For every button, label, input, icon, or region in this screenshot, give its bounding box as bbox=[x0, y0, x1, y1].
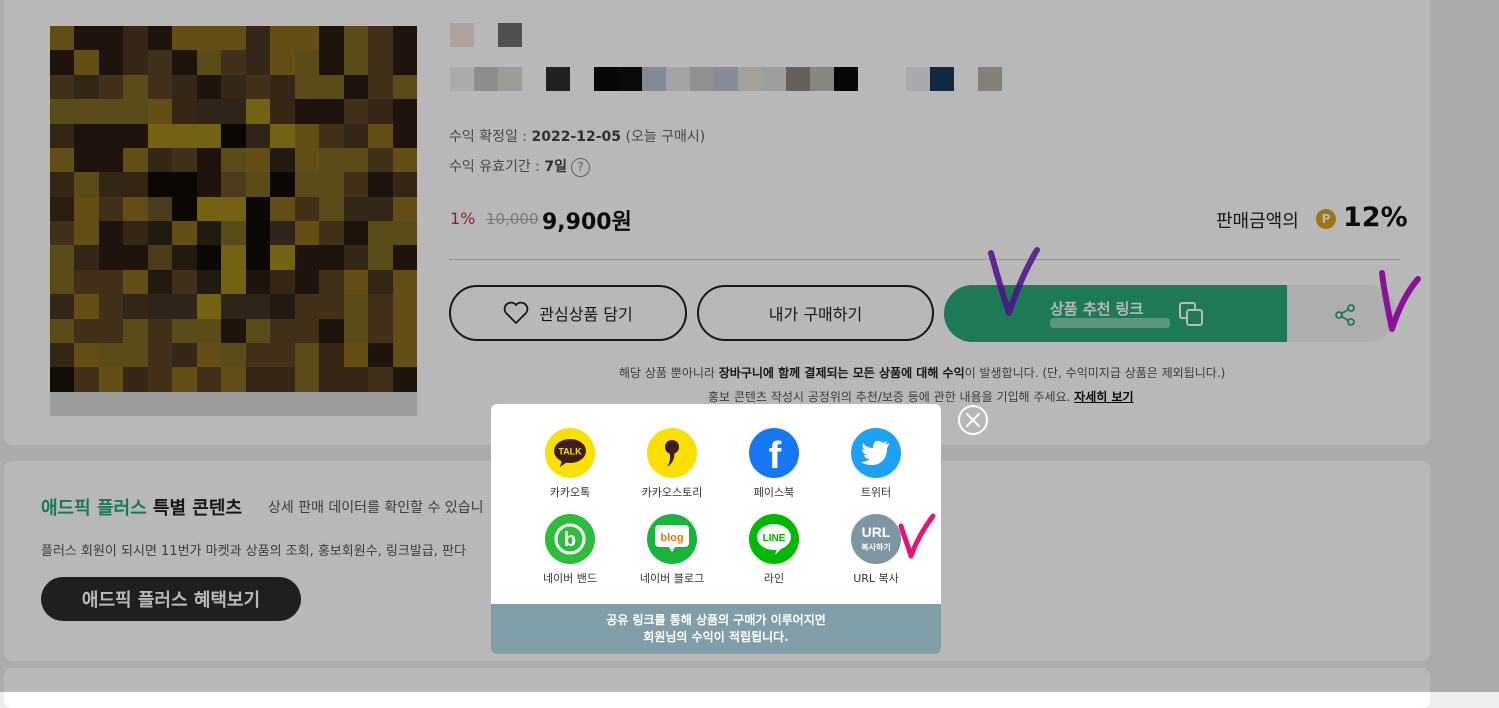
share-item-kakaostory[interactable]: 카카오스토리 bbox=[621, 428, 723, 500]
share-item-label: 트위터 bbox=[860, 486, 892, 499]
svg-text:URL: URL bbox=[862, 524, 891, 540]
naver-blog-icon: blog bbox=[647, 514, 697, 564]
share-item-line[interactable]: LINE 라인 bbox=[723, 514, 825, 586]
share-modal: TALK 카카오톡 카카오스토리 f 페이스북 트위터 b 네이버 밴드 blog 네이버 블로그… bbox=[491, 404, 941, 654]
share-item-naver-band[interactable]: b 네이버 밴드 bbox=[519, 514, 621, 586]
share-item-label: URL 복사 bbox=[853, 572, 899, 585]
share-item-label: 라인 bbox=[763, 572, 785, 585]
kakaostory-icon bbox=[647, 428, 697, 478]
line-icon: LINE bbox=[749, 514, 799, 564]
facebook-icon: f bbox=[749, 428, 799, 478]
share-item-url-copy[interactable]: URL 복사하기 URL 복사 bbox=[825, 514, 927, 586]
close-modal-button[interactable] bbox=[958, 405, 988, 435]
share-item-label: 네이버 블로그 bbox=[639, 572, 705, 585]
svg-text:f: f bbox=[769, 435, 782, 471]
svg-text:blog: blog bbox=[660, 532, 683, 544]
footer-line-2: 회원님의 수익이 적립됩니다. bbox=[643, 630, 789, 644]
share-grid: TALK 카카오톡 카카오스토리 f 페이스북 트위터 b 네이버 밴드 blog 네이버 블로그… bbox=[519, 428, 929, 586]
svg-text:TALK: TALK bbox=[558, 447, 582, 457]
share-item-label: 카카오톡 bbox=[549, 486, 591, 499]
close-icon bbox=[966, 413, 980, 427]
url-copy-icon: URL 복사하기 bbox=[851, 514, 901, 564]
share-item-label: 카카오스토리 bbox=[641, 486, 703, 499]
share-item-label: 네이버 밴드 bbox=[542, 572, 598, 585]
share-modal-footer: 공유 링크를 통해 상품의 구매가 이루어지면 회원님의 수익이 적립됩니다. bbox=[491, 604, 941, 654]
svg-text:LINE: LINE bbox=[763, 533, 786, 544]
kakaotalk-icon: TALK bbox=[545, 428, 595, 478]
share-item-facebook[interactable]: f 페이스북 bbox=[723, 428, 825, 500]
share-item-label: 페이스북 bbox=[753, 486, 795, 499]
svg-text:b: b bbox=[564, 529, 576, 551]
share-item-naver-blog[interactable]: blog 네이버 블로그 bbox=[621, 514, 723, 586]
footer-line-1: 공유 링크를 통해 상품의 구매가 이루어지면 bbox=[606, 613, 826, 627]
naver-band-icon: b bbox=[545, 514, 595, 564]
twitter-icon bbox=[851, 428, 901, 478]
share-item-twitter[interactable]: 트위터 bbox=[825, 428, 927, 500]
share-item-kakaotalk[interactable]: TALK 카카오톡 bbox=[519, 428, 621, 500]
svg-text:복사하기: 복사하기 bbox=[861, 542, 890, 552]
